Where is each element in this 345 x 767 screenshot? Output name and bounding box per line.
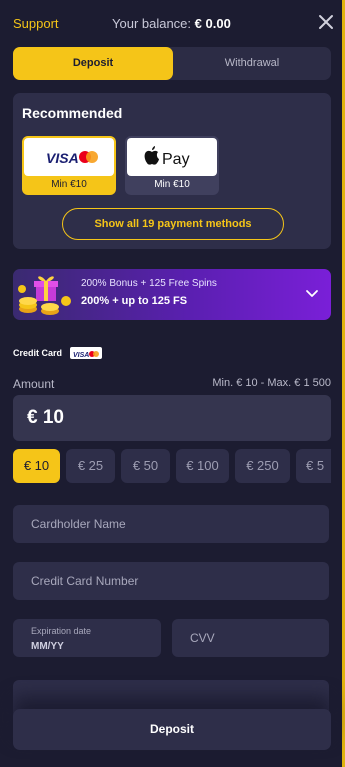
cvv-placeholder: CVV	[190, 631, 215, 645]
preset-250[interactable]: € 250	[235, 449, 290, 483]
visa-mastercard-logo: VISA	[24, 138, 114, 176]
apple-pay-text: Pay	[162, 151, 190, 168]
recommended-panel: Recommended VISA Min €10 Pay Min €10 Sho…	[13, 93, 331, 249]
expiration-date-label: Expiration date	[31, 626, 92, 636]
credit-card-label: Credit Card	[13, 348, 63, 358]
expiration-date-field[interactable]: Expiration date MM/YY	[13, 619, 161, 657]
amount-range: Min. € 10 - Max. € 1 500	[212, 377, 331, 389]
preset-25[interactable]: € 25	[66, 449, 115, 483]
gift-coins-icon	[18, 276, 71, 315]
balance-label: Your balance:	[112, 16, 192, 31]
bonus-subtitle: 200% + up to 125 FS	[81, 295, 188, 307]
tab-deposit[interactable]: Deposit	[13, 47, 173, 80]
bonus-title: 200% Bonus + 125 Free Spins	[81, 278, 217, 289]
visa-mastercard-icon: VISA	[46, 150, 98, 166]
amount-presets: € 10 € 25 € 50 € 100 € 250 € 5	[13, 449, 331, 483]
recommended-title: Recommended	[22, 105, 123, 121]
amount-label: Amount	[13, 377, 55, 391]
cardholder-name-field[interactable]: Cardholder Name	[13, 505, 329, 543]
payment-method-apple-pay[interactable]: Pay Min €10	[125, 136, 219, 195]
tab-withdrawal[interactable]: Withdrawal	[173, 47, 331, 80]
preset-10[interactable]: € 10	[13, 449, 60, 483]
deposit-withdrawal-tabs: Deposit Withdrawal	[13, 47, 331, 80]
svg-text:VISA: VISA	[46, 150, 79, 166]
visa-mastercard-badge: VISA	[70, 347, 102, 359]
header: Support Your balance: € 0.00	[13, 14, 335, 34]
card-number-placeholder: Credit Card Number	[31, 574, 139, 588]
balance-value: € 0.00	[194, 16, 231, 31]
apple-pay-min-amount: Min €10	[154, 179, 190, 190]
deposit-button[interactable]: Deposit	[13, 709, 331, 750]
visa-min-amount: Min €10	[51, 179, 87, 190]
show-all-payment-methods-button[interactable]: Show all 19 payment methods	[62, 208, 284, 240]
cvv-field[interactable]: CVV	[172, 619, 329, 657]
chevron-down-icon[interactable]	[305, 287, 319, 301]
svg-text:VISA: VISA	[73, 352, 89, 359]
visa-mastercard-badge-icon: VISA	[73, 351, 99, 359]
amount-value: € 10	[27, 407, 64, 428]
preset-500[interactable]: € 5	[296, 449, 331, 483]
card-number-field[interactable]: Credit Card Number	[13, 562, 329, 600]
amount-input[interactable]: € 10	[13, 395, 331, 441]
bonus-banner[interactable]: 200% Bonus + 125 Free Spins 200% + up to…	[13, 269, 331, 320]
apple-pay-icon: Pay	[144, 146, 190, 168]
support-link[interactable]: Support	[13, 16, 59, 31]
preset-100[interactable]: € 100	[176, 449, 229, 483]
payment-method-visa-mastercard[interactable]: VISA Min €10	[22, 136, 116, 195]
expiration-date-placeholder: MM/YY	[31, 641, 64, 652]
cardholder-name-placeholder: Cardholder Name	[31, 517, 126, 531]
apple-pay-logo: Pay	[127, 138, 217, 176]
balance: Your balance: € 0.00	[112, 16, 231, 31]
close-icon[interactable]	[317, 11, 335, 33]
preset-50[interactable]: € 50	[121, 449, 170, 483]
